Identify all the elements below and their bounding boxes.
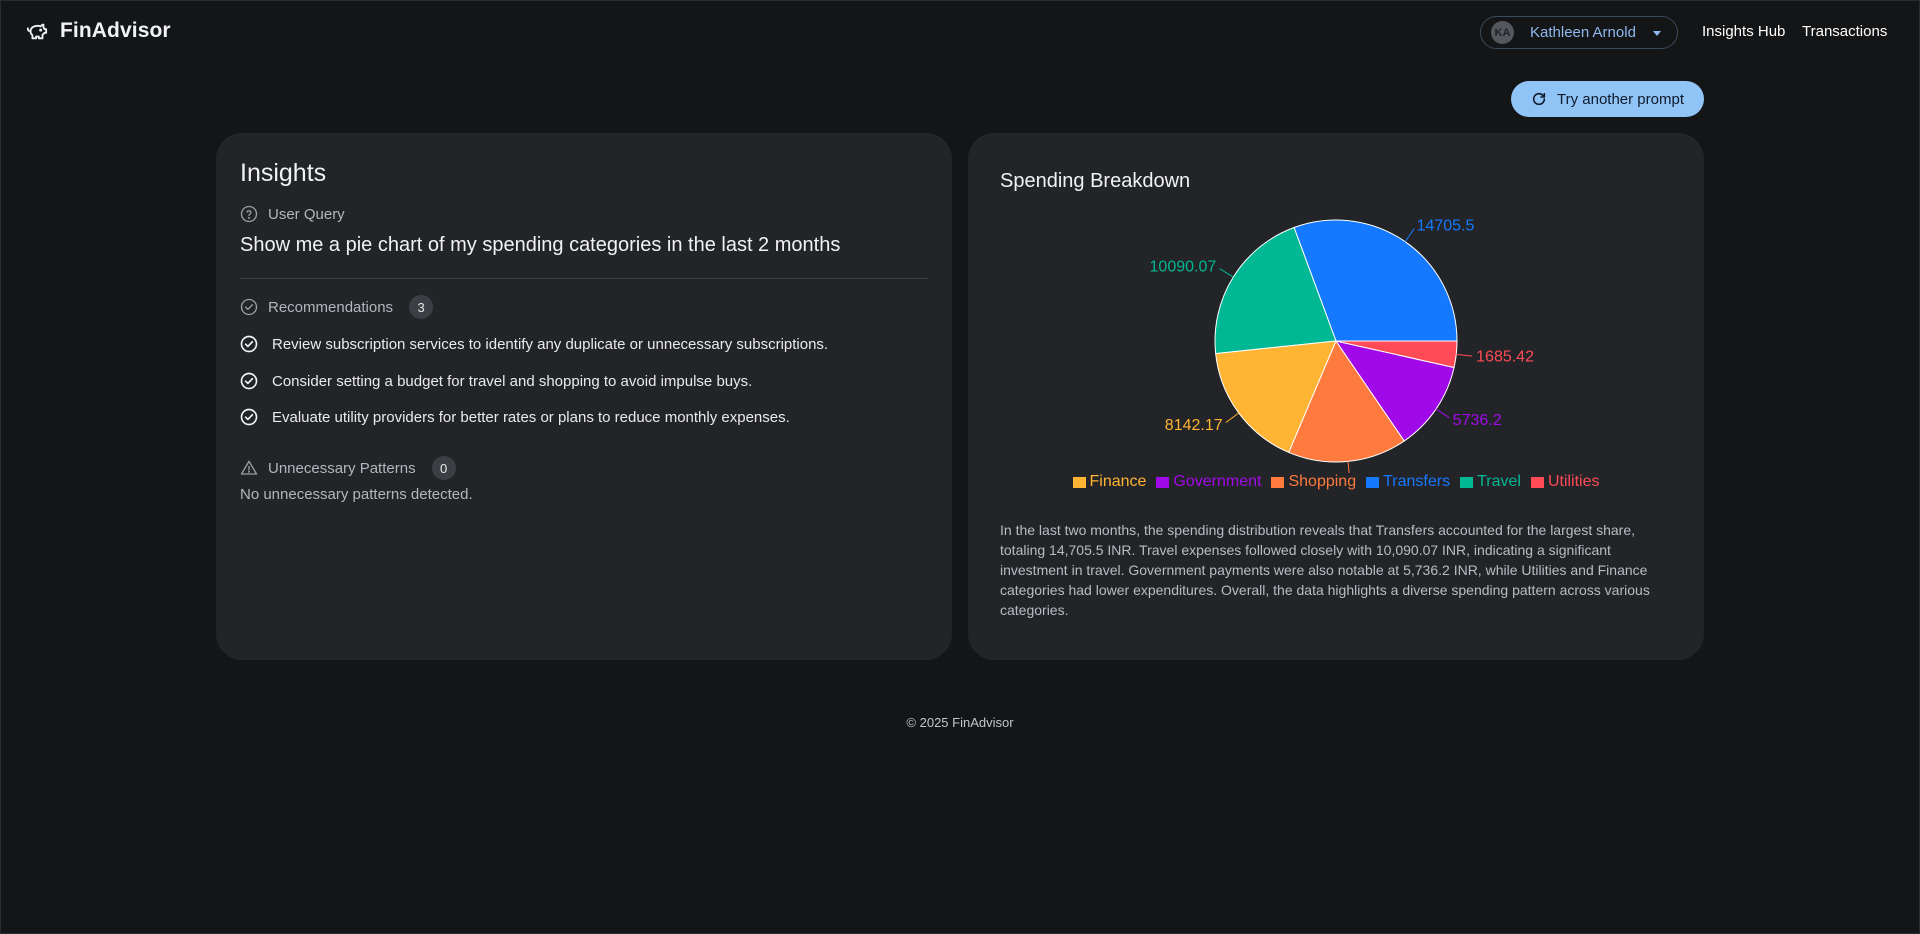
legend-swatch <box>1460 476 1474 488</box>
legend-label: Shopping <box>1288 473 1357 490</box>
nav-insights-hub[interactable]: Insights Hub <box>1702 23 1785 40</box>
insights-title: Insights <box>240 159 327 187</box>
data-label: 5736.2 <box>1453 412 1502 429</box>
list-item: Consider setting a budget for travel and… <box>240 372 752 390</box>
recommendation-text: Evaluate utility providers for better ra… <box>272 408 790 426</box>
label-leader-line <box>1219 268 1234 278</box>
data-label: 10090.07 <box>1150 259 1217 276</box>
list-item: Evaluate utility providers for better ra… <box>240 408 790 426</box>
label-leader-line <box>1435 408 1450 419</box>
data-label: 14705.5 <box>1417 217 1475 234</box>
label-leader-line <box>1404 228 1415 242</box>
unnecessary-patterns-label: Unnecessary Patterns <box>268 459 416 477</box>
brand[interactable]: FinAdvisor <box>26 19 171 43</box>
legend-label: Travel <box>1477 473 1521 490</box>
recommendation-text: Review subscription services to identify… <box>272 335 829 353</box>
legend-label: Utilities <box>1547 473 1600 490</box>
help-circle-icon <box>240 205 258 223</box>
chevron-down-icon <box>1653 31 1661 36</box>
list-item: Review subscription services to identify… <box>240 335 828 353</box>
label-leader-line <box>1456 353 1473 357</box>
nav-transactions[interactable]: Transactions <box>1802 23 1887 40</box>
check-circle-icon <box>240 408 258 426</box>
legend-swatch <box>1156 476 1170 488</box>
check-circle-icon <box>240 335 258 353</box>
data-label: 1685.42 <box>1476 349 1534 366</box>
legend-item-finance[interactable]: Finance <box>1072 473 1147 491</box>
patterns-count-badge: 0 <box>431 456 456 480</box>
label-leader-line <box>1225 412 1240 423</box>
user-name: Kathleen Arnold <box>1530 24 1636 41</box>
user-query-text: Show me a pie chart of my spending categ… <box>240 234 841 256</box>
chart-legend: Finance Government Shopping Transfers Travel… <box>968 473 1704 491</box>
unnecessary-patterns-header: Unnecessary Patterns 0 <box>240 456 456 480</box>
avatar: KA <box>1491 21 1514 44</box>
warning-triangle-icon <box>240 460 258 475</box>
brand-name: FinAdvisor <box>60 19 171 42</box>
legend-item-government[interactable]: Government <box>1156 473 1261 491</box>
insights-card: Insights User Query Show me a pie chart … <box>216 133 952 660</box>
try-another-prompt-label: Try another prompt <box>1557 90 1684 108</box>
chart-summary: In the last two months, the spending dis… <box>1000 522 1650 618</box>
legend-item-shopping[interactable]: Shopping <box>1271 473 1356 491</box>
recommendations-label: Recommendations <box>268 298 394 316</box>
pie-chart: 14705.510090.078142.177641.775736.21685.… <box>1150 217 1534 473</box>
check-circle-icon <box>240 298 258 316</box>
user-query-header: User Query <box>240 205 345 223</box>
spending-breakdown-card: Spending Breakdown 14705.5 10090.07 8142.1… <box>968 133 1704 660</box>
recommendations-count-badge: 3 <box>409 295 434 319</box>
check-circle-icon <box>240 372 258 390</box>
user-query-label: User Query <box>268 205 345 223</box>
legend-swatch <box>1072 476 1086 488</box>
legend-swatch <box>1530 476 1544 488</box>
legend-swatch <box>1366 476 1380 488</box>
legend-item-utilities[interactable]: Utilities <box>1530 473 1600 491</box>
legend-label: Government <box>1173 473 1262 490</box>
divider <box>240 278 928 279</box>
try-another-prompt-button[interactable]: Try another prompt <box>1511 81 1704 117</box>
legend-item-travel[interactable]: Travel <box>1460 473 1521 491</box>
legend-label: Finance <box>1089 473 1147 490</box>
piggy-bank-icon <box>26 23 48 40</box>
top-bar: FinAdvisor KA Kathleen Arnold Insights H… <box>0 0 1920 64</box>
legend-item-transfers[interactable]: Transfers <box>1366 473 1450 491</box>
no-patterns-text: No unnecessary patterns detected. <box>240 486 473 503</box>
legend-swatch <box>1271 476 1285 488</box>
footer-copyright: © 2025 FinAdvisor <box>906 715 1014 730</box>
recommendation-text: Consider setting a budget for travel and… <box>272 372 753 390</box>
refresh-icon <box>1532 92 1546 106</box>
label-leader-line <box>1347 461 1350 473</box>
legend-label: Transfers <box>1383 473 1451 490</box>
user-menu-button[interactable]: KA Kathleen Arnold <box>1480 16 1678 49</box>
data-label: 8142.17 <box>1165 417 1223 434</box>
recommendations-header: Recommendations 3 <box>240 295 434 319</box>
